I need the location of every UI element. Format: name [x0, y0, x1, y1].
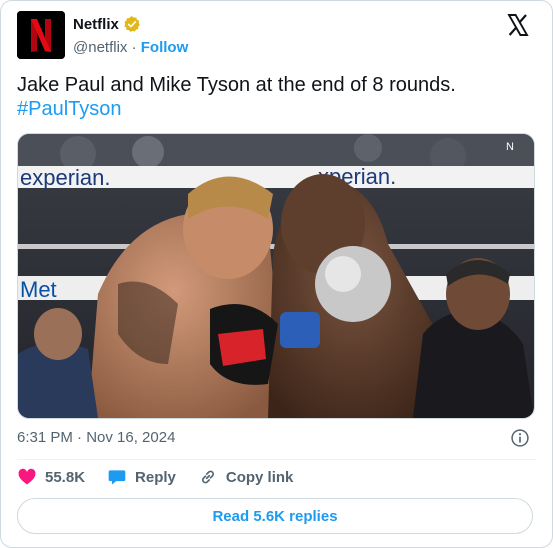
reply-bubble-icon — [108, 470, 126, 485]
action-bar: 55.8K Reply Copy link — [17, 467, 293, 487]
read-replies-button[interactable]: Read 5.6K replies — [17, 498, 533, 534]
copy-link-button[interactable]: Copy link — [198, 467, 294, 487]
reply-button[interactable]: Reply — [107, 467, 176, 487]
follow-button[interactable]: Follow — [141, 39, 189, 56]
divider — [17, 459, 536, 460]
rope-ad-lower: Met — [20, 277, 57, 302]
avatar[interactable] — [17, 11, 65, 59]
x-logo-icon[interactable] — [506, 13, 530, 37]
author-handle-row: @netflix · Follow — [73, 39, 188, 56]
corner-letter: N — [506, 141, 514, 153]
netflix-logo-icon — [17, 11, 65, 59]
reply-label: Reply — [135, 468, 176, 486]
info-icon[interactable] — [510, 428, 530, 448]
boxing-photo: experian. xperian. Met N — [18, 134, 534, 418]
author-handle[interactable]: @netflix — [73, 39, 127, 56]
author-display-name[interactable]: Netflix — [73, 16, 119, 33]
tweet-text: Jake Paul and Mike Tyson at the end of 8… — [17, 73, 537, 121]
copy-link-label: Copy link — [225, 468, 294, 486]
like-button[interactable]: 55.8K — [17, 467, 85, 487]
rope-ad-left: experian. — [20, 165, 111, 190]
hashtag-link[interactable]: #PaulTyson — [17, 97, 537, 121]
heart-icon — [18, 468, 36, 485]
verified-badge-icon — [124, 16, 140, 32]
tweet-body: Jake Paul and Mike Tyson at the end of 8… — [17, 74, 456, 96]
author-name-row: Netflix — [73, 15, 141, 33]
tweet-media-image[interactable]: experian. xperian. Met N — [17, 133, 535, 419]
like-count: 55.8K — [45, 468, 86, 486]
handle-separator: · — [131, 39, 137, 56]
tweet-timestamp[interactable]: 6:31 PM · Nov 16, 2024 — [17, 429, 175, 446]
tweet-card: Netflix @netflix · Follow Jake Paul and … — [0, 0, 553, 548]
link-icon — [201, 470, 214, 484]
